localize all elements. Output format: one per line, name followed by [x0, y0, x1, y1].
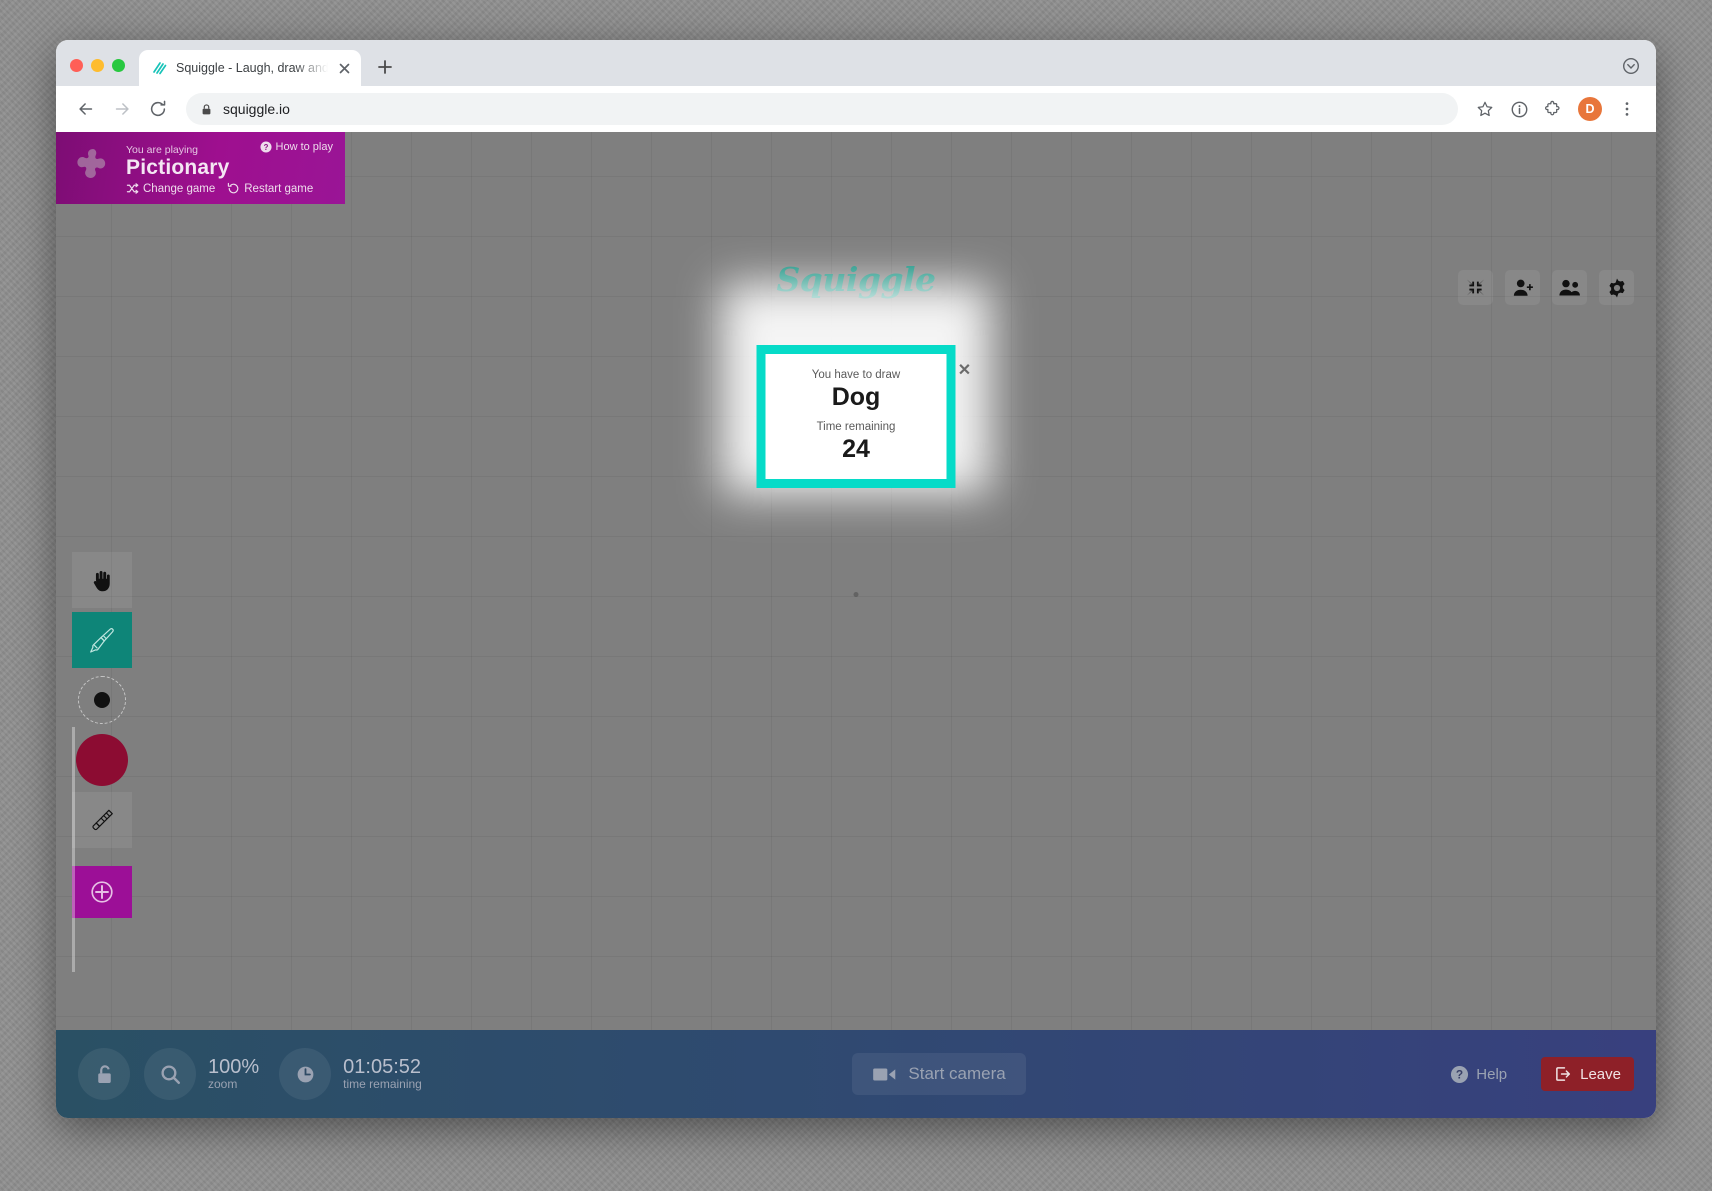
brush-tool[interactable] — [72, 612, 132, 668]
modal-word: Dog — [831, 383, 881, 412]
brush-icon — [90, 628, 114, 653]
browser-window-controls-icon[interactable] — [1622, 57, 1640, 75]
change-game-label: Change game — [143, 182, 216, 195]
app-top-right-toolbar — [1458, 270, 1634, 305]
time-value: 01:05:52 — [343, 1056, 422, 1079]
time-label: time remaining — [343, 1077, 422, 1092]
people-icon[interactable] — [1552, 270, 1587, 305]
game-name: Pictionary — [126, 155, 230, 179]
zoom-label: zoom — [208, 1077, 238, 1092]
add-person-icon[interactable] — [1505, 270, 1540, 305]
question-circle-icon: ? — [1450, 1065, 1469, 1084]
browser-tab-strip: Squiggle - Laugh, draw and play — [56, 40, 1656, 86]
shuffle-icon — [126, 183, 139, 194]
lock-icon — [200, 103, 213, 116]
collapse-icon[interactable] — [1458, 270, 1493, 305]
time-readout: 01:05:52 time remaining — [343, 1056, 422, 1091]
toolbar-scroll-indicator[interactable] — [72, 727, 75, 972]
start-camera-label: Start camera — [908, 1064, 1006, 1083]
puzzle-extension-icon[interactable] — [1538, 94, 1568, 124]
squiggle-favicon-icon — [151, 60, 168, 77]
maximize-window-button[interactable] — [112, 59, 125, 72]
squiggle-app: You are playing ? How to play Pictionary… — [56, 132, 1656, 1118]
browser-tab-title: Squiggle - Laugh, draw and play — [176, 61, 328, 75]
reload-icon[interactable] — [142, 93, 174, 125]
help-button[interactable]: ? Help — [1450, 1065, 1507, 1084]
tab-close-icon[interactable] — [336, 60, 353, 77]
eraser-tool[interactable] — [72, 792, 132, 848]
start-camera-button[interactable]: Start camera — [852, 1053, 1026, 1095]
forward-icon[interactable] — [106, 93, 138, 125]
info-icon[interactable] — [1504, 94, 1534, 124]
back-icon[interactable] — [70, 93, 102, 125]
window-traffic-lights — [70, 59, 125, 86]
svg-text:?: ? — [1456, 1067, 1463, 1081]
app-bottom-bar: 100% zoom 01:05:52 time remaining Start … — [56, 1030, 1656, 1118]
plus-circle-icon — [91, 881, 113, 903]
puzzle-piece-icon — [66, 143, 116, 193]
address-bar-url: squiggle.io — [223, 101, 290, 117]
add-tool[interactable] — [72, 866, 132, 918]
new-tab-button[interactable] — [371, 53, 399, 81]
camera-icon — [872, 1066, 897, 1083]
draw-word-modal: ✕ You have to draw Dog Time remaining 24 — [756, 345, 971, 488]
hand-tool[interactable] — [72, 552, 132, 608]
modal-prompt-label: You have to draw — [811, 369, 901, 382]
modal-time-value: 24 — [842, 435, 870, 463]
kebab-menu-icon[interactable] — [1612, 94, 1642, 124]
browser-toolbar: squiggle.io D — [56, 86, 1656, 132]
drawing-toolbar — [72, 552, 132, 972]
help-label: Help — [1476, 1065, 1508, 1083]
brush-size-tool[interactable] — [72, 672, 132, 728]
color-swatch-tool[interactable] — [72, 732, 132, 788]
clock-icon[interactable] — [279, 1048, 332, 1100]
eraser-icon — [92, 809, 113, 831]
change-game-button[interactable]: Change game — [126, 182, 215, 195]
game-banner-eyebrow: You are playing — [126, 143, 199, 156]
zoom-readout: 100% zoom — [208, 1056, 259, 1091]
close-icon[interactable]: ✕ — [955, 360, 975, 380]
close-window-button[interactable] — [70, 59, 83, 72]
restart-icon — [228, 182, 239, 194]
restart-game-button[interactable]: Restart game — [227, 182, 313, 195]
game-banner-body: You are playing ? How to play Pictionary… — [126, 141, 333, 195]
leave-label: Leave — [1580, 1065, 1621, 1083]
address-bar[interactable]: squiggle.io — [186, 93, 1458, 125]
brush-size-ring — [78, 676, 126, 724]
exit-icon — [1554, 1065, 1572, 1083]
how-to-play-label: How to play — [275, 140, 333, 153]
question-circle-icon: ? — [259, 141, 272, 153]
unlock-icon[interactable] — [78, 1048, 130, 1100]
how-to-play-button[interactable]: ? How to play — [259, 140, 333, 153]
leave-button[interactable]: Leave — [1541, 1057, 1634, 1091]
browser-tab[interactable]: Squiggle - Laugh, draw and play — [139, 50, 361, 86]
gear-icon[interactable] — [1599, 270, 1634, 305]
browser-window: Squiggle - Laugh, draw and play squiggle… — [56, 40, 1656, 1118]
restart-game-label: Restart game — [244, 182, 314, 195]
zoom-icon[interactable] — [144, 1048, 196, 1100]
minimize-window-button[interactable] — [91, 59, 104, 72]
brush-size-dot — [94, 692, 110, 708]
svg-text:?: ? — [263, 143, 268, 152]
star-icon[interactable] — [1470, 94, 1500, 124]
current-color-swatch — [76, 734, 128, 786]
zoom-value: 100% — [208, 1056, 260, 1079]
modal-time-label: Time remaining — [816, 421, 896, 433]
profile-avatar[interactable]: D — [1578, 97, 1602, 121]
hand-icon — [93, 570, 110, 591]
game-banner: You are playing ? How to play Pictionary… — [56, 132, 345, 204]
canvas-center-marker — [853, 592, 859, 597]
